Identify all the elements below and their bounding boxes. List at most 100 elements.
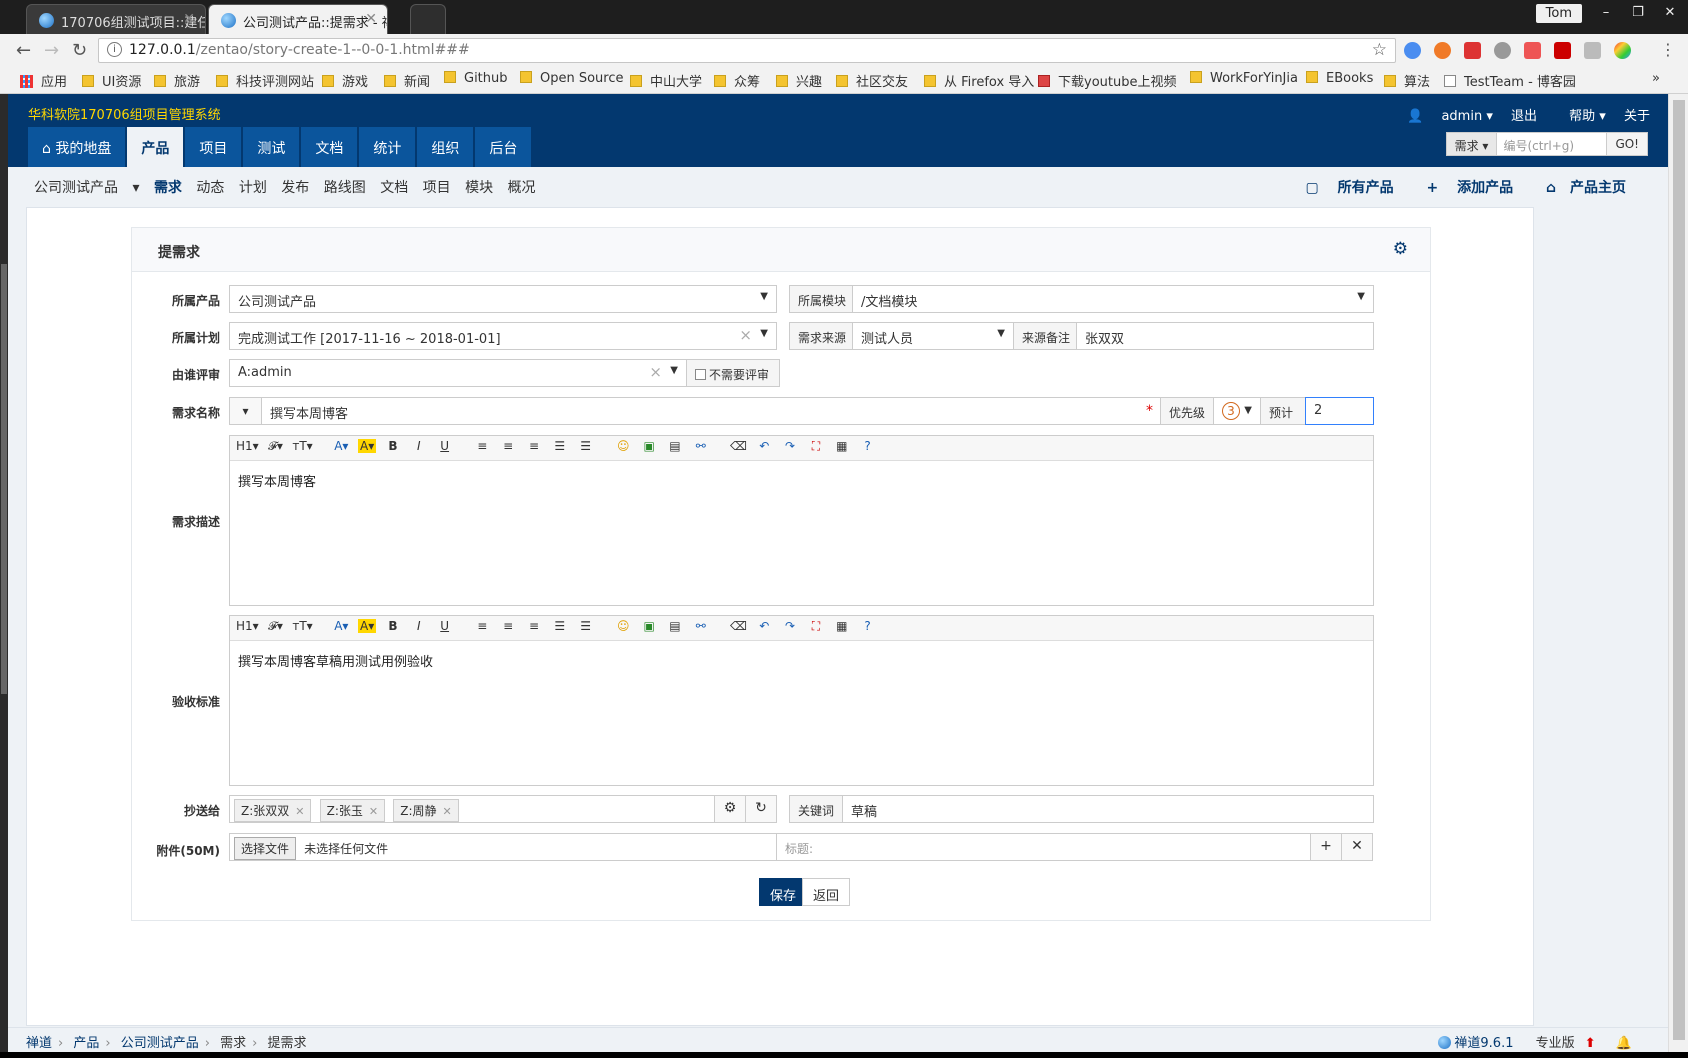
code-tool[interactable]: ▤ (666, 439, 684, 453)
clear-icon[interactable]: × (649, 363, 662, 381)
gear-icon[interactable]: ⚙ (1393, 239, 1408, 259)
new-tab-button[interactable] (410, 4, 446, 34)
subnav-release[interactable]: 发布 (281, 180, 309, 196)
close-icon[interactable]: ✕ (183, 11, 195, 27)
subnav-module[interactable]: 模块 (465, 180, 493, 196)
extension-icon[interactable] (1584, 42, 1601, 59)
font-family-tool[interactable]: 𝓕▾ (267, 619, 285, 634)
subnav-project[interactable]: 项目 (423, 180, 451, 196)
font-color-tool[interactable]: A▾ (332, 439, 350, 453)
url-input[interactable]: i 127.0.0.1/zentao/story-create-1--0-0-1… (98, 38, 1396, 63)
product-switcher[interactable]: 公司测试产品 ▾ (34, 180, 139, 196)
bold-tool[interactable]: B (384, 439, 402, 453)
unordered-list-tool[interactable]: ☰ (577, 619, 595, 633)
crumb-story[interactable]: 需求 (220, 1036, 246, 1051)
menu-icon[interactable]: ⋮ (1660, 40, 1676, 59)
extension-icon[interactable] (1464, 42, 1481, 59)
bookmarks-more[interactable]: » (1652, 71, 1660, 86)
search-input[interactable]: 编号(ctrl+g) (1497, 132, 1608, 156)
undo-tool[interactable]: ↶ (755, 619, 773, 633)
image-tool[interactable]: ▣ (640, 439, 658, 453)
font-size-tool[interactable]: ᴛT▾ (292, 619, 312, 633)
add-file-icon[interactable]: + (1310, 833, 1342, 861)
crumb-home[interactable]: 禅道 (26, 1036, 52, 1051)
ordered-list-tool[interactable]: ☰ (551, 439, 569, 453)
help-menu[interactable]: 帮助 ▾ (1555, 109, 1606, 124)
remove-icon[interactable]: ✕ (369, 805, 378, 818)
version-link[interactable]: 禅道9.6.1 (1454, 1036, 1513, 1051)
gear-icon[interactable]: ⚙ (714, 795, 746, 823)
help-tool[interactable]: ? (859, 619, 877, 633)
file-title-input[interactable]: 标题: (776, 833, 1311, 861)
source-select[interactable]: 测试人员 ▼ (852, 322, 1014, 350)
image-tool[interactable]: ▣ (640, 619, 658, 633)
bookmark-item[interactable]: 从 Firefox 导入 (924, 71, 1034, 90)
align-center-tool[interactable]: ≡ (499, 619, 517, 633)
fullscreen-tool[interactable]: ⛶ (807, 439, 825, 454)
remove-format-tool[interactable]: ⌫ (729, 439, 747, 453)
keywords-input[interactable]: 草稿 (842, 795, 1374, 823)
bookmark-item[interactable]: 中山大学 (630, 71, 702, 90)
save-button[interactable]: 保存 (759, 878, 808, 906)
add-product-link[interactable]: + 添加产品 (1412, 180, 1513, 196)
align-right-tool[interactable]: ≡ (525, 619, 543, 633)
bold-tool[interactable]: B (384, 619, 402, 633)
highlight-tool[interactable]: A▾ (358, 619, 377, 633)
about-link[interactable]: 关于 (1624, 109, 1650, 124)
description-editor[interactable]: H1▾ 𝓕▾ ᴛT▾ A▾ A▾ B I U ≡ ≡ ≡ ☰ ☰ ☺ ▣ ▤ ⚯… (229, 435, 1374, 606)
undo-tool[interactable]: ↶ (755, 439, 773, 453)
bookmark-item[interactable]: 旅游 (154, 71, 200, 90)
info-icon[interactable]: i (107, 42, 122, 57)
estimate-input[interactable]: 2 (1305, 397, 1374, 425)
back-arrow-icon[interactable]: ← (16, 40, 31, 61)
browser-tab-active[interactable]: 公司测试产品::提需求 - 禅 ✕ (208, 4, 388, 34)
search-go-button[interactable]: GO! (1607, 132, 1648, 156)
choose-file-button[interactable]: 选择文件 (234, 837, 297, 860)
subnav-story[interactable]: 需求 (154, 180, 182, 196)
crumb-product-name[interactable]: 公司测试产品 (121, 1036, 199, 1051)
bookmark-item[interactable]: WorkForYinJia (1190, 71, 1298, 86)
bookmark-item[interactable]: 科技评测网站 (216, 71, 314, 90)
priority-select[interactable]: 3 ▼ (1213, 397, 1261, 425)
nav-qa[interactable]: 测试 (243, 127, 300, 167)
redo-tool[interactable]: ↷ (781, 439, 799, 453)
bookmark-item[interactable]: 新闻 (384, 71, 430, 90)
browser-tab[interactable]: 170706组测试项目::建任 ✕ (26, 4, 206, 34)
bookmark-item[interactable]: UI资源 (82, 71, 141, 90)
crumb-product[interactable]: 产品 (73, 1036, 99, 1051)
all-products-link[interactable]: ▢ 所有产品 (1292, 180, 1394, 196)
font-family-tool[interactable]: 𝓕▾ (267, 439, 285, 454)
product-select[interactable]: 公司测试产品 ▼ (229, 285, 777, 313)
user-menu[interactable]: 👤 admin ▾ (1393, 109, 1493, 124)
no-review-checkbox[interactable]: 不需要评审 (686, 359, 780, 387)
plan-select[interactable]: 完成测试工作 [2017-11-16 ~ 2018-01-01] × ▼ (229, 322, 777, 350)
reload-icon[interactable]: ↻ (72, 40, 87, 61)
align-left-tool[interactable]: ≡ (473, 619, 491, 633)
color-picker-button[interactable]: ▾ (229, 397, 262, 425)
link-tool[interactable]: ⚯ (692, 439, 710, 453)
profile-name[interactable]: Tom (1535, 4, 1582, 23)
heading-tool[interactable]: H1▾ (236, 439, 259, 453)
nav-admin[interactable]: 后台 (475, 127, 532, 167)
story-name-input[interactable]: 撰写本周博客 (261, 397, 1161, 425)
unordered-list-tool[interactable]: ☰ (577, 439, 595, 453)
nav-doc[interactable]: 文档 (301, 127, 358, 167)
mailto-chip[interactable]: Z:周静 ✕ (393, 799, 459, 822)
scrollbar-thumb[interactable] (1673, 100, 1685, 1040)
extension-icon[interactable] (1434, 42, 1451, 59)
search-type-select[interactable]: 需求 ▾ (1445, 132, 1498, 156)
extension-icon[interactable] (1404, 42, 1421, 59)
subnav-doc[interactable]: 文档 (380, 180, 408, 196)
checkbox-icon[interactable] (695, 369, 706, 380)
bookmark-star-icon[interactable]: ☆ (1372, 40, 1387, 60)
clear-icon[interactable]: × (739, 326, 752, 344)
bookmark-item[interactable]: Github (444, 71, 508, 86)
bookmark-item[interactable]: 社区交友 (836, 71, 908, 90)
redo-tool[interactable]: ↷ (781, 619, 799, 633)
bookmark-item[interactable]: Open Source (520, 71, 624, 86)
bookmark-item[interactable]: TestTeam - 博客园 (1444, 71, 1576, 90)
verify-content[interactable]: 撰写本周博客草稿用测试用例验收 (230, 641, 1373, 680)
bookmark-item[interactable]: 游戏 (322, 71, 368, 90)
bookmark-item[interactable]: 众筹 (714, 71, 760, 90)
close-icon[interactable]: ✕ (365, 11, 377, 27)
